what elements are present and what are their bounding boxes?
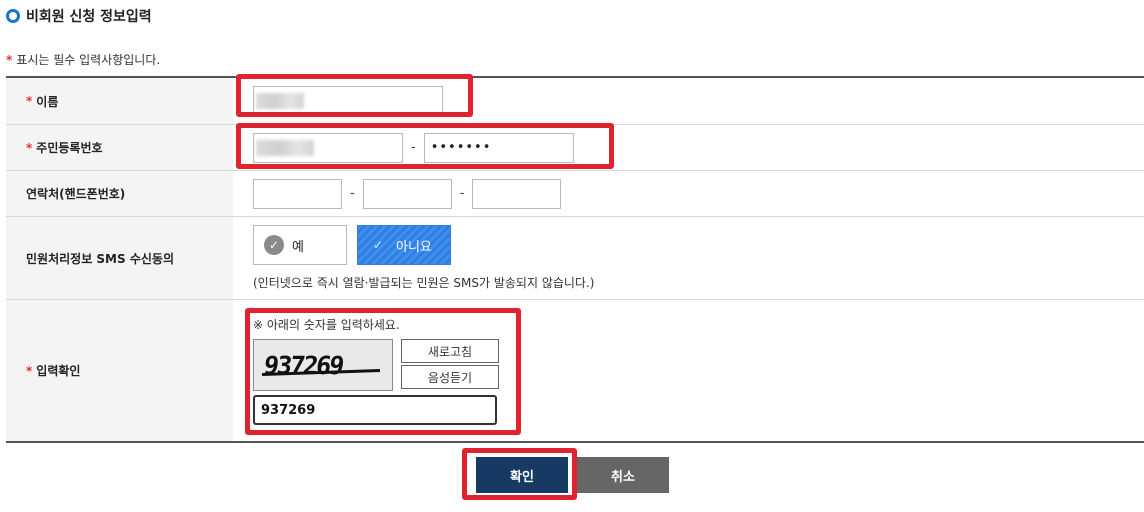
label-captcha: * 입력확인 [6,300,233,441]
row-captcha: * 입력확인 ※ 아래의 숫자를 입력하세요. 937269 새로고침 음성듣기 [6,300,1144,443]
rrn-front-wrap [253,132,403,163]
captcha-buttons: 새로고침 음성듣기 [401,339,499,391]
value-name [233,78,1144,124]
check-icon: ✓ [372,238,384,252]
label-rrn: * 주민등록번호 [6,125,233,170]
sms-note: (인터넷으로 즉시 열람·발급되는 민원은 SMS가 발송되지 않습니다.) [253,276,595,290]
value-sms: ✓ 예 ✓ 아니요 (인터넷으로 즉시 열람·발급되는 민원은 SMS가 발송되… [233,217,1144,299]
label-rrn-text: 주민등록번호 [36,141,103,155]
captcha-refresh-button[interactable]: 새로고침 [401,339,499,363]
phone-part3-input[interactable] [472,178,562,209]
label-captcha-text: 입력확인 [36,364,81,378]
label-name-text: 이름 [36,94,59,109]
section-title-text: 비회원 신청 정보입력 [26,9,152,25]
captcha-input[interactable] [253,395,497,425]
phone-part1-input[interactable] [253,178,342,209]
captcha-audio-button[interactable]: 음성듣기 [401,365,499,389]
required-star-icon: * [26,140,33,155]
required-star-icon: * [26,363,33,378]
confirm-button[interactable]: 확인 [476,457,568,493]
sms-yes-label: 예 [292,239,304,255]
name-input-wrap [253,86,443,116]
rrn-separator: - [411,140,416,155]
label-name: * 이름 [6,78,233,124]
phone-part2-input[interactable] [362,178,452,209]
page: 비회원 신청 정보입력 * 표시는 필수 입력사항입니다. * 이름 * 주민등… [0,0,1144,512]
required-note: * 표시는 필수 입력사항입니다. [6,51,160,68]
circle-bullet-icon [6,9,20,23]
sms-no-label: 아니요 [396,239,432,255]
captcha-hint: ※ 아래의 숫자를 입력하세요. [253,318,400,332]
value-captcha: ※ 아래의 숫자를 입력하세요. 937269 새로고침 음성듣기 [233,300,1144,441]
sms-no-button[interactable]: ✓ 아니요 [357,225,451,265]
value-rrn: - [233,125,1144,170]
sms-yes-button[interactable]: ✓ 예 [253,225,347,265]
phone-separator-2: - [459,186,465,201]
section-title: 비회원 신청 정보입력 [6,6,152,26]
rrn-back-input[interactable] [423,132,574,163]
masked-name [256,93,304,109]
label-sms-text: 민원처리정보 SMS 수신동의 [26,251,174,266]
label-sms: 민원처리정보 SMS 수신동의 [6,217,233,299]
form-table: * 이름 * 주민등록번호 - ••••••• 연락처(핸드폰번호) - - 민… [6,76,1144,443]
check-icon: ✓ [264,235,284,255]
row-phone: 연락처(핸드폰번호) - - [6,171,1144,217]
phone-separator-1: - [350,186,355,201]
label-phone-text: 연락처(핸드폰번호) [26,187,126,201]
required-note-text: 표시는 필수 입력사항입니다. [16,53,161,67]
captcha-image: 937269 [253,339,393,391]
value-phone: - - [233,171,1144,216]
required-star-icon: * [26,94,33,108]
row-name: * 이름 [6,78,1144,125]
row-sms: 민원처리정보 SMS 수신동의 ✓ 예 ✓ 아니요 (인터넷으로 즉시 열람·발… [6,217,1144,300]
cancel-button[interactable]: 취소 [577,457,669,493]
required-star-icon: * [6,52,13,67]
row-rrn: * 주민등록번호 - [6,125,1144,171]
masked-rrn-front [256,139,314,156]
label-phone: 연락처(핸드폰번호) [6,171,233,216]
